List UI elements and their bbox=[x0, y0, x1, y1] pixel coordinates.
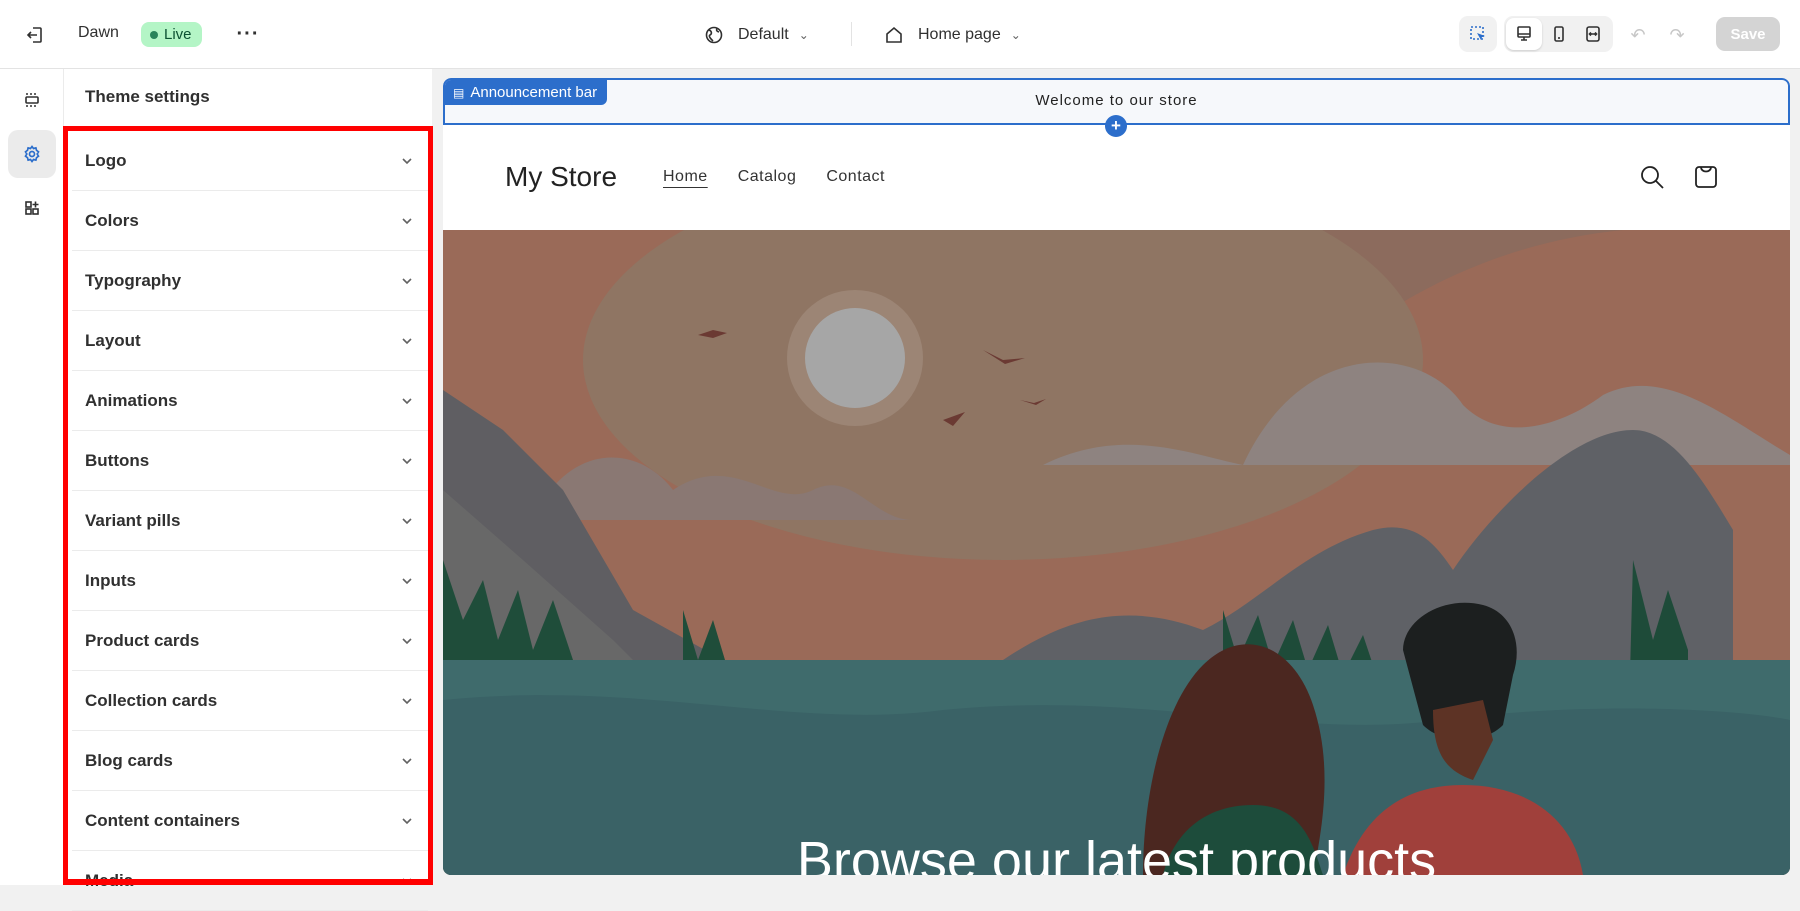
panel-title: Theme settings bbox=[85, 87, 210, 106]
settings-item-label: Animations bbox=[85, 390, 178, 410]
chevron-down-icon bbox=[402, 517, 412, 524]
globe-icon bbox=[705, 26, 723, 44]
status-badge: Live bbox=[141, 22, 202, 47]
theme-settings-icon[interactable] bbox=[8, 130, 56, 178]
theme-select-label: Default bbox=[738, 26, 789, 43]
save-button[interactable]: Save bbox=[1716, 17, 1780, 51]
nav-contact[interactable]: Contact bbox=[826, 168, 885, 186]
cart-icon[interactable] bbox=[1693, 162, 1719, 195]
page-select-label: Home page bbox=[918, 26, 1001, 43]
status-label: Live bbox=[164, 26, 192, 43]
settings-item-label: Media bbox=[85, 870, 134, 890]
top-bar: Dawn Live ··· Default ⌄ Home page ⌄ ↶ ↷ … bbox=[0, 0, 1800, 69]
chevron-down-icon bbox=[402, 457, 412, 464]
redo-icon[interactable]: ↷ bbox=[1662, 20, 1692, 50]
sidebar-rail bbox=[0, 69, 64, 885]
settings-item-label: Product cards bbox=[85, 630, 200, 650]
status-dot-icon bbox=[150, 30, 158, 39]
store-nav: Home Catalog Contact bbox=[663, 168, 885, 186]
chevron-down-icon bbox=[402, 697, 412, 704]
chevron-down-icon bbox=[402, 157, 412, 164]
settings-item-label: Variant pills bbox=[85, 510, 181, 530]
settings-item-buttons[interactable]: Buttons bbox=[72, 431, 428, 491]
nav-home[interactable]: Home bbox=[663, 168, 708, 186]
theme-name: Dawn bbox=[78, 24, 119, 41]
settings-item-animations[interactable]: Animations bbox=[72, 371, 428, 431]
chevron-down-icon bbox=[402, 637, 412, 644]
theme-settings-panel: Theme settings Logo Colors Typography Layou… bbox=[64, 69, 432, 911]
settings-item-content-containers[interactable]: Content containers bbox=[72, 791, 428, 851]
settings-item-blog-cards[interactable]: Blog cards bbox=[72, 731, 428, 791]
settings-item-collection-cards[interactable]: Collection cards bbox=[72, 671, 428, 731]
add-section-icon[interactable]: + bbox=[1105, 115, 1127, 137]
apps-icon[interactable] bbox=[8, 184, 56, 232]
store-name[interactable]: My Store bbox=[505, 161, 617, 193]
settings-item-variant-pills[interactable]: Variant pills bbox=[72, 491, 428, 551]
settings-item-label: Inputs bbox=[85, 570, 136, 590]
desktop-view-icon[interactable] bbox=[1506, 18, 1542, 50]
store-preview: ▤ Announcement bar Welcome to our store … bbox=[443, 78, 1790, 875]
announcement-text: Welcome to our store bbox=[1035, 92, 1198, 109]
sections-icon[interactable] bbox=[8, 76, 56, 124]
settings-item-label: Blog cards bbox=[85, 750, 173, 770]
settings-item-typography[interactable]: Typography bbox=[72, 251, 428, 311]
settings-item-label: Layout bbox=[85, 330, 141, 350]
hero-illustration bbox=[443, 230, 1790, 875]
chevron-down-icon bbox=[402, 217, 412, 224]
settings-item-product-cards[interactable]: Product cards bbox=[72, 611, 428, 671]
chevron-down-icon bbox=[402, 817, 412, 824]
undo-icon[interactable]: ↶ bbox=[1623, 20, 1653, 50]
search-icon[interactable] bbox=[1639, 164, 1665, 195]
inspector-toggle[interactable] bbox=[1459, 16, 1497, 52]
settings-item-label: Typography bbox=[85, 270, 182, 290]
settings-item-label: Content containers bbox=[85, 810, 240, 830]
page-select[interactable]: Home page ⌄ bbox=[884, 20, 1021, 50]
settings-item-label: Collection cards bbox=[85, 690, 218, 710]
viewport-switcher bbox=[1504, 16, 1613, 52]
settings-item-label: Logo bbox=[85, 150, 127, 170]
chevron-down-icon bbox=[402, 877, 412, 884]
more-actions-icon[interactable]: ··· bbox=[233, 20, 263, 48]
settings-item-layout[interactable]: Layout bbox=[72, 311, 428, 371]
settings-item-media[interactable]: Media bbox=[72, 851, 428, 911]
settings-item-label: Buttons bbox=[85, 450, 150, 470]
chevron-down-icon: ⌄ bbox=[798, 28, 809, 42]
settings-item-logo[interactable]: Logo bbox=[72, 131, 428, 191]
settings-item-label: Colors bbox=[85, 210, 139, 230]
chevron-down-icon bbox=[402, 757, 412, 764]
settings-item-inputs[interactable]: Inputs bbox=[72, 551, 428, 611]
hero-heading: Browse our latest products bbox=[796, 831, 1437, 875]
nav-catalog[interactable]: Catalog bbox=[738, 168, 797, 186]
theme-select[interactable]: Default ⌄ bbox=[704, 20, 809, 50]
chevron-down-icon bbox=[402, 397, 412, 404]
home-icon bbox=[886, 26, 902, 43]
chevron-down-icon bbox=[402, 577, 412, 584]
mobile-view-icon[interactable] bbox=[1542, 18, 1576, 50]
divider bbox=[851, 22, 852, 46]
chevron-down-icon bbox=[402, 277, 412, 284]
full-width-view-icon[interactable] bbox=[1576, 18, 1610, 50]
exit-icon[interactable] bbox=[20, 20, 50, 50]
select-cursor-icon bbox=[1459, 16, 1497, 52]
chevron-down-icon bbox=[402, 337, 412, 344]
chevron-down-icon: ⌄ bbox=[1010, 28, 1021, 42]
settings-item-colors[interactable]: Colors bbox=[72, 191, 428, 251]
